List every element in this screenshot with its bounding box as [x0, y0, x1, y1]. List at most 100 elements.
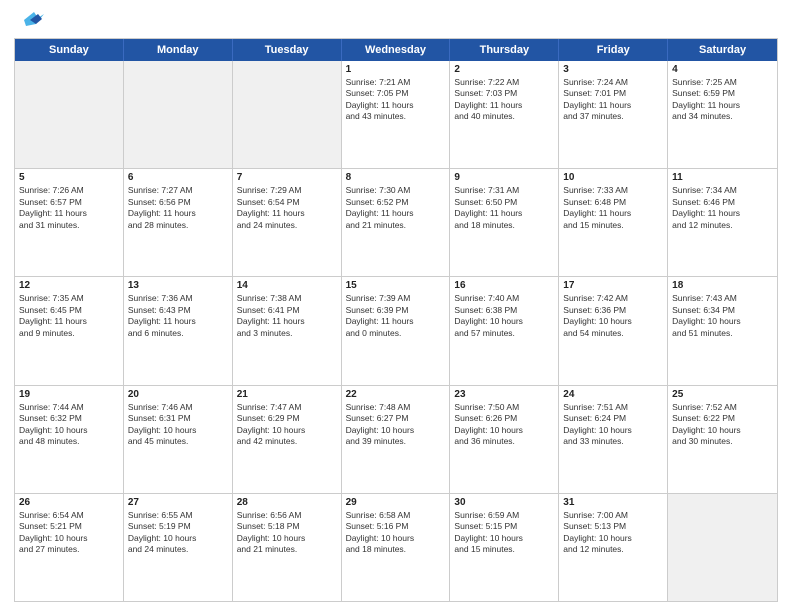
cell-line: Daylight: 10 hours [454, 425, 554, 436]
day-number: 3 [563, 64, 663, 75]
day-number: 25 [672, 389, 773, 400]
day-number: 11 [672, 172, 773, 183]
cell-line: and 43 minutes. [346, 111, 446, 122]
day-number: 21 [237, 389, 337, 400]
cell-line: Sunset: 5:16 PM [346, 521, 446, 532]
cell-line: Sunset: 6:43 PM [128, 305, 228, 316]
cal-cell-18: 18Sunrise: 7:43 AMSunset: 6:34 PMDayligh… [668, 277, 777, 384]
cal-cell-30: 30Sunrise: 6:59 AMSunset: 5:15 PMDayligh… [450, 494, 559, 601]
cell-line: Daylight: 11 hours [237, 316, 337, 327]
cal-cell-29: 29Sunrise: 6:58 AMSunset: 5:16 PMDayligh… [342, 494, 451, 601]
cal-cell-1: 1Sunrise: 7:21 AMSunset: 7:05 PMDaylight… [342, 61, 451, 168]
cell-line: Sunset: 5:19 PM [128, 521, 228, 532]
cell-line: Sunrise: 7:47 AM [237, 402, 337, 413]
cell-line: Daylight: 10 hours [454, 316, 554, 327]
page: SundayMondayTuesdayWednesdayThursdayFrid… [0, 0, 792, 612]
logo [14, 10, 44, 30]
cell-line: and 30 minutes. [672, 436, 773, 447]
cell-line: Daylight: 11 hours [19, 208, 119, 219]
day-number: 29 [346, 497, 446, 508]
cal-cell-20: 20Sunrise: 7:46 AMSunset: 6:31 PMDayligh… [124, 386, 233, 493]
cell-line: and 37 minutes. [563, 111, 663, 122]
cal-cell-21: 21Sunrise: 7:47 AMSunset: 6:29 PMDayligh… [233, 386, 342, 493]
cal-cell-empty-0-1 [124, 61, 233, 168]
cal-cell-empty-4-6 [668, 494, 777, 601]
cal-week-3: 19Sunrise: 7:44 AMSunset: 6:32 PMDayligh… [15, 385, 777, 493]
cell-line: and 51 minutes. [672, 328, 773, 339]
cell-line: Daylight: 10 hours [454, 533, 554, 544]
cell-line: Sunrise: 6:54 AM [19, 510, 119, 521]
cell-line: Sunset: 6:32 PM [19, 413, 119, 424]
cell-line: Sunset: 5:15 PM [454, 521, 554, 532]
cal-cell-19: 19Sunrise: 7:44 AMSunset: 6:32 PMDayligh… [15, 386, 124, 493]
day-number: 26 [19, 497, 119, 508]
cell-line: Sunrise: 7:52 AM [672, 402, 773, 413]
header [14, 10, 778, 30]
cell-line: Sunrise: 7:27 AM [128, 185, 228, 196]
cal-header-sunday: Sunday [15, 39, 124, 61]
day-number: 27 [128, 497, 228, 508]
cell-line: Sunset: 6:45 PM [19, 305, 119, 316]
cell-line: and 18 minutes. [346, 544, 446, 555]
day-number: 9 [454, 172, 554, 183]
day-number: 2 [454, 64, 554, 75]
cell-line: Sunrise: 6:55 AM [128, 510, 228, 521]
cal-cell-28: 28Sunrise: 6:56 AMSunset: 5:18 PMDayligh… [233, 494, 342, 601]
cell-line: Sunset: 5:21 PM [19, 521, 119, 532]
cell-line: Sunset: 6:48 PM [563, 197, 663, 208]
cal-header-saturday: Saturday [668, 39, 777, 61]
day-number: 24 [563, 389, 663, 400]
cell-line: Daylight: 11 hours [454, 100, 554, 111]
cal-cell-16: 16Sunrise: 7:40 AMSunset: 6:38 PMDayligh… [450, 277, 559, 384]
cell-line: and 9 minutes. [19, 328, 119, 339]
cal-header-wednesday: Wednesday [342, 39, 451, 61]
day-number: 1 [346, 64, 446, 75]
day-number: 17 [563, 280, 663, 291]
cell-line: Daylight: 10 hours [672, 425, 773, 436]
cell-line: Sunset: 6:31 PM [128, 413, 228, 424]
cell-line: Sunrise: 6:58 AM [346, 510, 446, 521]
cell-line: and 12 minutes. [672, 220, 773, 231]
cell-line: and 15 minutes. [563, 220, 663, 231]
cell-line: Daylight: 11 hours [346, 208, 446, 219]
day-number: 18 [672, 280, 773, 291]
cal-cell-5: 5Sunrise: 7:26 AMSunset: 6:57 PMDaylight… [15, 169, 124, 276]
cell-line: and 21 minutes. [346, 220, 446, 231]
cell-line: and 34 minutes. [672, 111, 773, 122]
cell-line: Sunset: 6:39 PM [346, 305, 446, 316]
cell-line: Sunset: 6:26 PM [454, 413, 554, 424]
cal-cell-9: 9Sunrise: 7:31 AMSunset: 6:50 PMDaylight… [450, 169, 559, 276]
cal-cell-4: 4Sunrise: 7:25 AMSunset: 6:59 PMDaylight… [668, 61, 777, 168]
day-number: 14 [237, 280, 337, 291]
cell-line: and 0 minutes. [346, 328, 446, 339]
cell-line: Daylight: 10 hours [128, 425, 228, 436]
cell-line: Sunset: 6:34 PM [672, 305, 773, 316]
day-number: 12 [19, 280, 119, 291]
cal-cell-31: 31Sunrise: 7:00 AMSunset: 5:13 PMDayligh… [559, 494, 668, 601]
cal-week-4: 26 Sunrise: 6:54 AMSunset: 5:21 PM Dayligh… [15, 493, 777, 601]
cal-cell-22: 22Sunrise: 7:48 AMSunset: 6:27 PMDayligh… [342, 386, 451, 493]
day-number: 15 [346, 280, 446, 291]
cell-line: Daylight: 10 hours [563, 316, 663, 327]
cal-cell-empty-0-2 [233, 61, 342, 168]
cal-cell-25: 25Sunrise: 7:52 AMSunset: 6:22 PMDayligh… [668, 386, 777, 493]
cell-line: Sunrise: 7:40 AM [454, 293, 554, 304]
cell-line: Sunrise: 7:44 AM [19, 402, 119, 413]
cell-line: Sunset: 6:41 PM [237, 305, 337, 316]
cell-line: and 39 minutes. [346, 436, 446, 447]
calendar-header: SundayMondayTuesdayWednesdayThursdayFrid… [15, 39, 777, 61]
cell-line: Sunset: 6:54 PM [237, 197, 337, 208]
cal-cell-empty-0-0 [15, 61, 124, 168]
cell-line: Daylight: 11 hours [346, 316, 446, 327]
cell-line: Sunrise: 7:35 AM [19, 293, 119, 304]
cell-line: and 31 minutes. [19, 220, 119, 231]
cell-line: and 33 minutes. [563, 436, 663, 447]
cal-cell-15: 15Sunrise: 7:39 AMSunset: 6:39 PMDayligh… [342, 277, 451, 384]
cal-header-tuesday: Tuesday [233, 39, 342, 61]
cell-line: Sunrise: 7:46 AM [128, 402, 228, 413]
cell-line: Sunset: 7:05 PM [346, 88, 446, 99]
cell-line: and 28 minutes. [128, 220, 228, 231]
cal-cell-13: 13Sunrise: 7:36 AMSunset: 6:43 PMDayligh… [124, 277, 233, 384]
cal-cell-7: 7Sunrise: 7:29 AMSunset: 6:54 PMDaylight… [233, 169, 342, 276]
cell-line: Daylight: 11 hours [672, 100, 773, 111]
